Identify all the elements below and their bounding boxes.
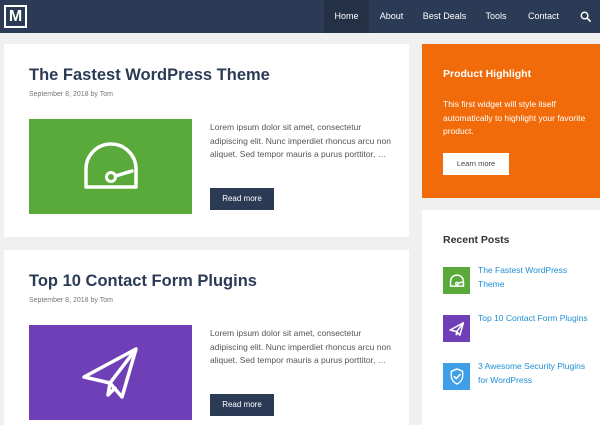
post-meta: September 8, 2018 by Tom [29, 297, 113, 304]
paper-plane-icon [448, 321, 464, 336]
recent-post-link[interactable]: Top 10 Contact Form Plugins [478, 312, 588, 326]
read-more-button[interactable]: Read more [210, 188, 274, 210]
recent-post-thumbnail [443, 267, 470, 294]
recent-post-thumbnail [443, 363, 470, 390]
nav-contact[interactable]: Contact [517, 0, 570, 33]
shield-check-icon [450, 368, 463, 385]
nav-about[interactable]: About [369, 0, 414, 33]
recent-post-item[interactable]: Top 10 Contact Form Plugins [443, 312, 593, 342]
recent-post-link[interactable]: 3 Awesome Security Plugins for WordPress [478, 360, 588, 387]
post-thumbnail[interactable] [29, 119, 192, 214]
search-icon [580, 11, 591, 22]
post-excerpt: Lorem ipsum dolor sit amet, consectetur … [210, 122, 391, 159]
nav-tools[interactable]: Tools [475, 0, 517, 33]
nav-home[interactable]: Home [324, 0, 369, 33]
top-navbar: M Home About Best Deals Tools Contact [0, 0, 600, 33]
post-card-2: Top 10 Contact Form Plugins September 8,… [4, 250, 409, 425]
post-excerpt: Lorem ipsum dolor sit amet, consectetur … [210, 328, 391, 365]
widget-title: Product Highlight [443, 68, 532, 80]
learn-more-button[interactable]: Learn more [443, 153, 509, 175]
speedometer-icon [83, 141, 138, 189]
post-thumbnail[interactable] [29, 325, 192, 420]
recent-post-thumbnail [443, 315, 470, 342]
read-more-button[interactable]: Read more [210, 394, 274, 416]
recent-post-link[interactable]: The Fastest WordPress Theme [478, 264, 588, 291]
post-title[interactable]: The Fastest WordPress Theme [29, 66, 270, 85]
post-title[interactable]: Top 10 Contact Form Plugins [29, 272, 257, 291]
widget-text: This first widget will style itself auto… [443, 99, 586, 136]
search-button[interactable] [570, 0, 600, 33]
paper-plane-icon [81, 346, 138, 399]
site-logo[interactable]: M [4, 5, 27, 28]
recent-post-item[interactable]: The Fastest WordPress Theme [443, 264, 593, 294]
product-highlight-widget: Product Highlight This first widget will… [422, 44, 600, 198]
post-meta: September 8, 2018 by Tom [29, 91, 113, 98]
speedometer-icon [449, 273, 464, 287]
widget-title: Recent Posts [443, 234, 510, 246]
post-card-1: The Fastest WordPress Theme September 8,… [4, 44, 409, 237]
nav-best-deals[interactable]: Best Deals [414, 0, 475, 33]
recent-posts-widget: Recent Posts The Fastest WordPress Theme… [422, 210, 600, 425]
recent-post-item[interactable]: 3 Awesome Security Plugins for WordPress [443, 360, 593, 390]
